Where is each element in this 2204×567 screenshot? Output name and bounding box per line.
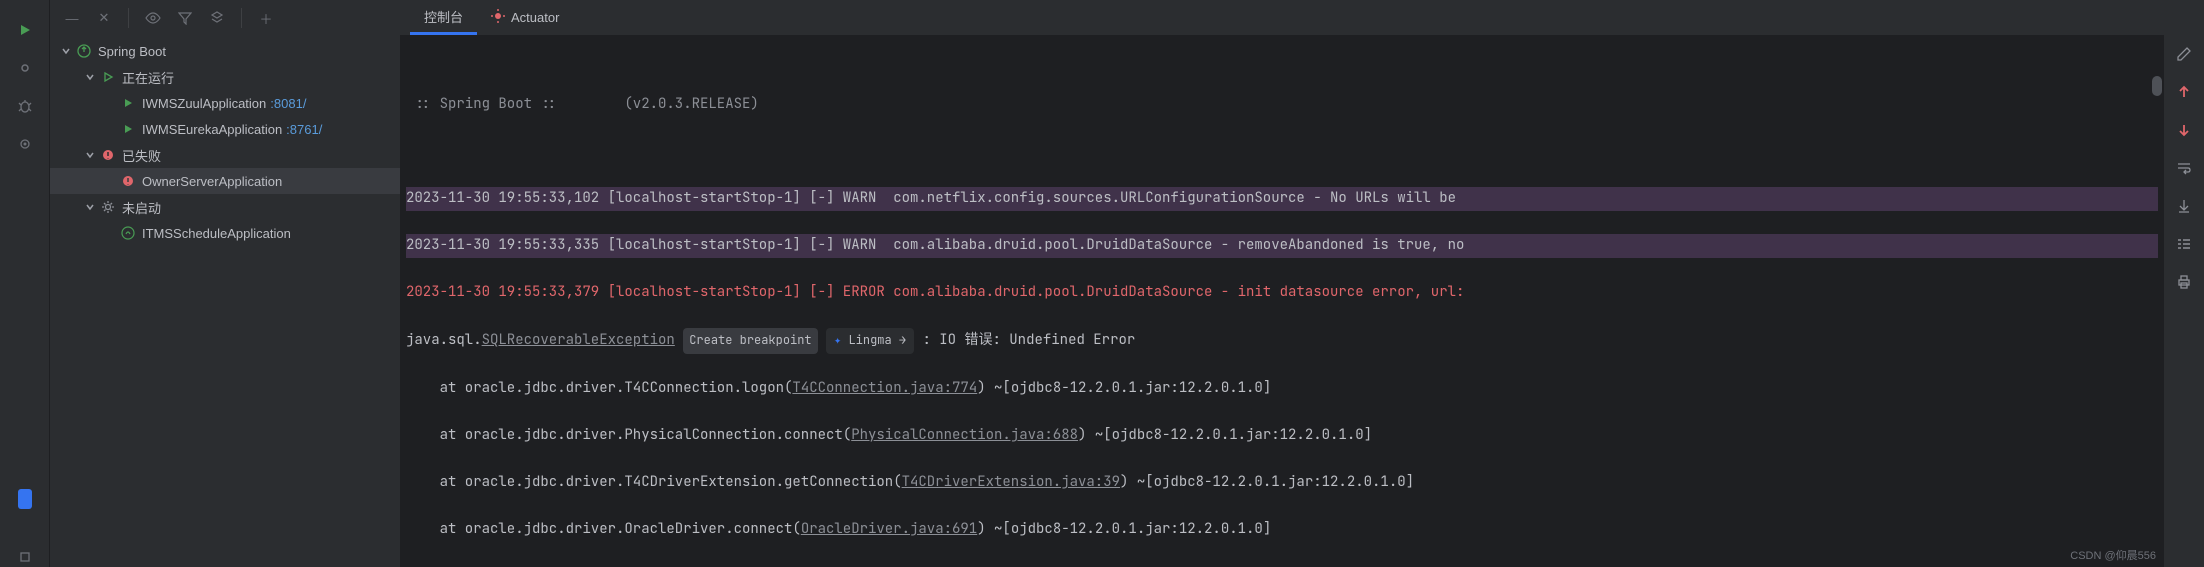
error-status-icon [100,147,116,163]
play-icon[interactable] [15,20,35,40]
eye-icon[interactable] [145,10,161,26]
breakpoint-icon[interactable] [15,134,35,154]
services-tree: Spring Boot 正在运行 IWMSZuulApplication :80… [50,36,400,567]
app-label: IWMSEurekaApplication [142,122,282,137]
app-label: ITMSScheduleApplication [142,226,291,241]
stack-link[interactable]: T4CDriverExtension.java:39 [902,473,1120,491]
stack-link[interactable]: OracleDriver.java:691 [801,520,977,538]
watermark-text: CSDN @仰晨556 [2070,547,2156,563]
running-icon [100,69,116,85]
print-icon[interactable] [2175,273,2193,291]
main-area: 控制台 Actuator :: Spring Boot :: (v2.0.3.R… [400,0,2164,567]
chevron-down-icon [84,71,96,83]
app-indicator-icon[interactable] [18,489,32,509]
stack-line: at oracle.jdbc.driver.T4CDriverExtension… [406,471,2158,495]
scrollbar-thumb[interactable] [2152,76,2162,96]
left-tool-gutter [0,0,50,567]
console-output[interactable]: :: Spring Boot :: (v2.0.3.RELEASE) 2023-… [400,36,2164,567]
tab-label: 控制台 [424,7,463,26]
tree-label: 已失败 [122,146,161,165]
soft-wrap-icon[interactable] [2175,159,2193,177]
tab-label: Actuator [511,10,559,25]
layers-icon[interactable] [209,10,225,26]
tree-failed-group[interactable]: 已失败 [50,142,400,168]
leaf-icon [120,95,136,111]
indicator-dot-icon[interactable] [15,58,35,78]
spring-boot-icon [76,43,92,59]
console-line-exception: java.sql.SQLRecoverableException Create … [406,328,2158,354]
tab-actuator[interactable]: Actuator [477,0,573,35]
tree-label: 正在运行 [122,68,174,87]
stack-line: at oracle.jdbc.driver.OracleDriver.conne… [406,518,2158,542]
console-line: :: Spring Boot :: (v2.0.3.RELEASE) [406,93,2158,117]
console-line-error: 2023-11-30 19:55:33,379 [localhost-start… [406,281,2158,305]
close-icon[interactable]: ✕ [96,10,112,26]
tree-label: Spring Boot [98,44,166,59]
gear-icon [100,199,116,215]
tab-console[interactable]: 控制台 [410,0,477,35]
plus-icon[interactable]: ＋ [258,10,274,26]
arrow-down-icon[interactable] [2175,121,2193,139]
services-panel: — ✕ ＋ Spring Boot [50,0,400,567]
leaf-icon [120,121,136,137]
create-breakpoint-pill[interactable]: Create breakpoint [683,328,817,354]
console-line-warn: 2023-11-30 19:55:33,102 [localhost-start… [406,187,2158,211]
list-icon[interactable] [2175,235,2193,253]
divider [241,8,242,28]
error-status-icon [120,173,136,189]
placeholder-icon[interactable] [15,547,35,567]
console-line-warn: 2023-11-30 19:55:33,335 [localhost-start… [406,234,2158,258]
app-label: IWMSZuulApplication [142,96,266,111]
tree-app-eureka[interactable]: IWMSEurekaApplication :8761/ [50,116,400,142]
stack-line: at oracle.jdbc.driver.PhysicalConnection… [406,424,2158,448]
exception-link[interactable]: SQLRecoverableException [482,331,675,349]
tree-spring-boot[interactable]: Spring Boot [50,38,400,64]
chevron-down-icon [84,201,96,213]
stack-link[interactable]: PhysicalConnection.java:688 [851,426,1078,444]
pencil-icon[interactable] [2175,45,2193,63]
app-label: OwnerServerApplication [142,174,282,189]
tree-app-zuul[interactable]: IWMSZuulApplication :8081/ [50,90,400,116]
arrow-up-icon[interactable] [2175,83,2193,101]
tree-running-group[interactable]: 正在运行 [50,64,400,90]
app-port: :8761/ [286,122,322,137]
stack-line: at oracle.jdbc.driver.T4CConnection.logo… [406,377,2158,401]
tree-label: 未启动 [122,198,161,217]
tree-notstarted-group[interactable]: 未启动 [50,194,400,220]
bug-icon[interactable] [15,96,35,116]
console-line [406,140,2158,164]
exception-prefix: java.sql. [406,331,482,349]
tree-app-itms[interactable]: ITMSScheduleApplication [50,220,400,246]
right-tool-gutter [2164,0,2204,567]
scroll-to-end-icon[interactable] [2175,197,2193,215]
lingma-pill[interactable]: ✦ Lingma → [826,328,914,354]
console-tabs: 控制台 Actuator [400,0,2164,36]
chevron-down-icon [84,149,96,161]
chevron-down-icon [60,45,72,57]
collapse-icon[interactable]: — [64,10,80,26]
app-port: :8081/ [270,96,306,111]
panel-toolbar: — ✕ ＋ [50,0,400,36]
exception-suffix: : IO 错误: Undefined Error [914,331,1135,349]
spring-boot-leaf-icon [120,225,136,241]
divider [128,8,129,28]
filter-icon[interactable] [177,10,193,26]
tree-app-owner[interactable]: OwnerServerApplication [50,168,400,194]
stack-link[interactable]: T4CConnection.java:774 [792,379,977,397]
actuator-icon [491,9,505,26]
